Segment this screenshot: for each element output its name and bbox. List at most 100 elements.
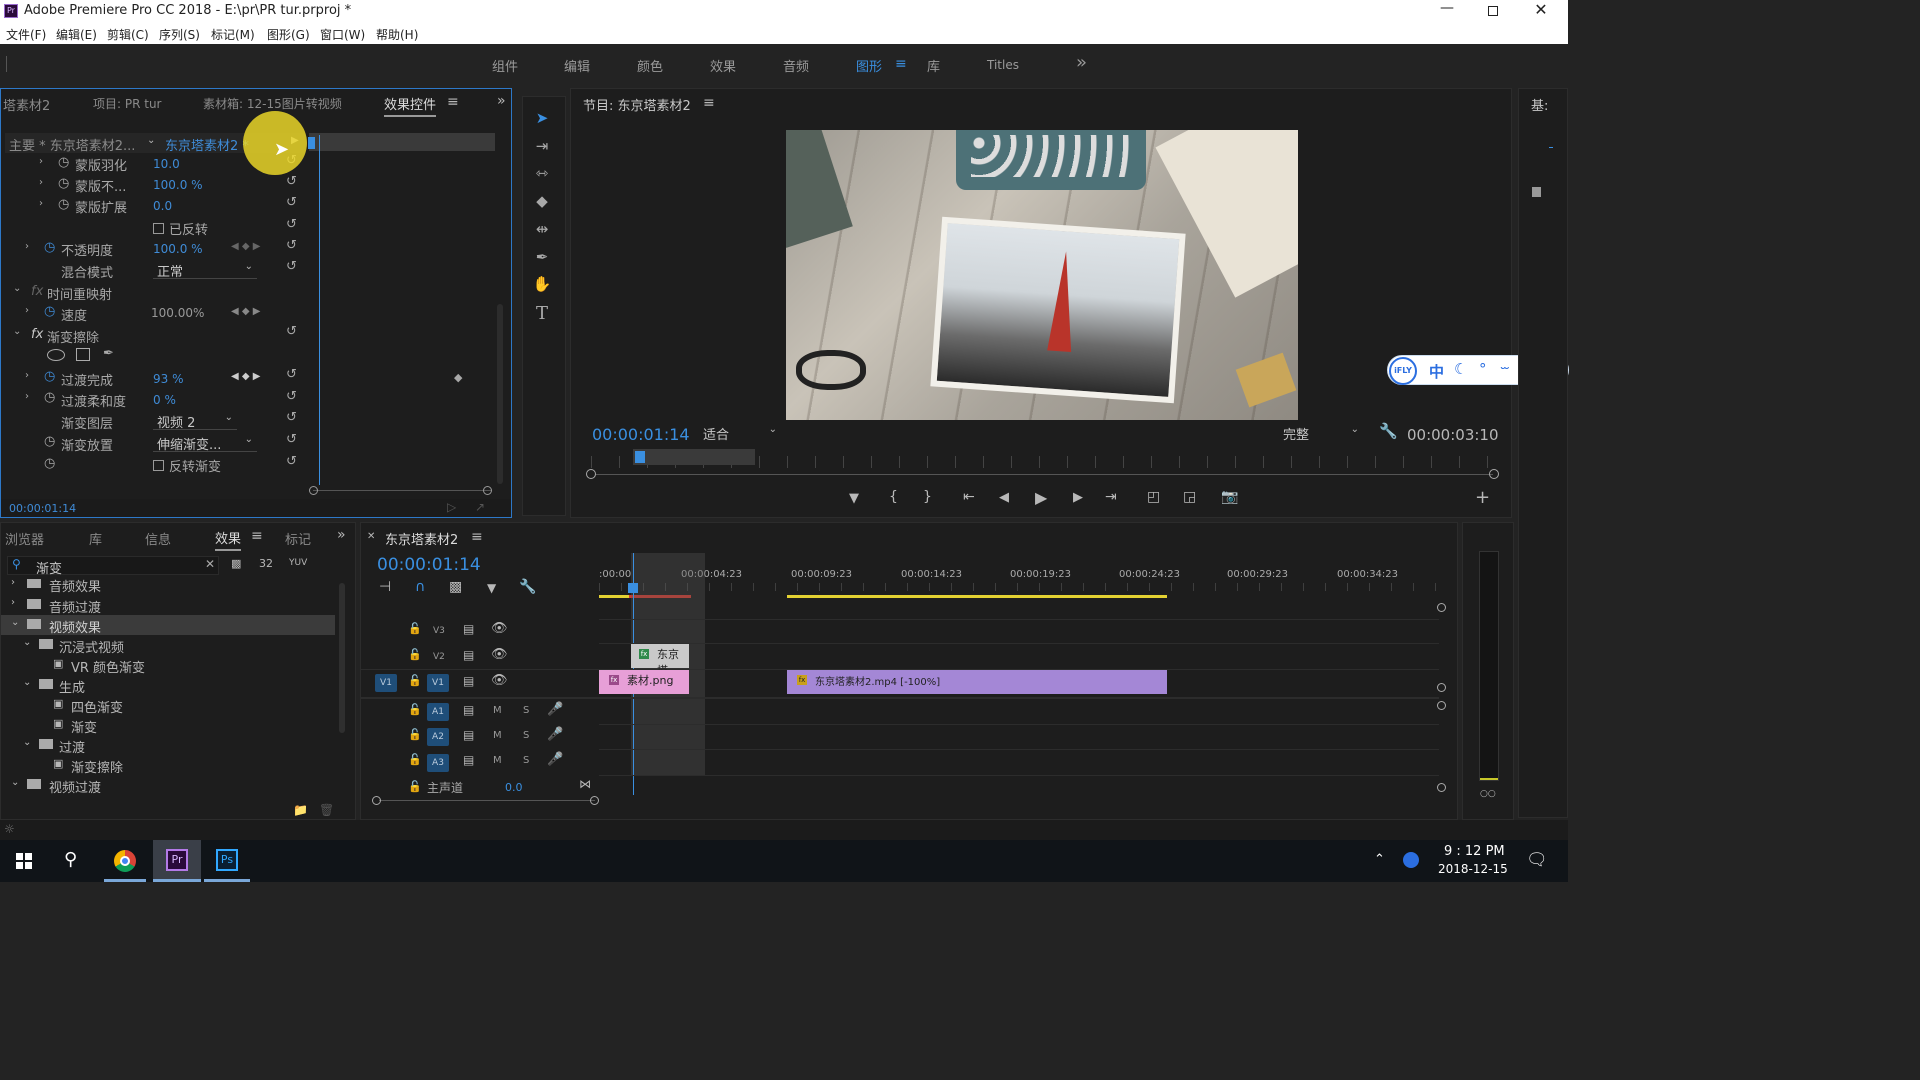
clip-v1-image[interactable]: fx 素材.png <box>599 670 689 694</box>
chevron-right-icon[interactable]: › <box>39 156 43 167</box>
extract-icon[interactable]: ◲ <box>1183 489 1196 505</box>
tab-markers[interactable]: 标记 <box>285 529 311 548</box>
chevron-right-icon[interactable]: › <box>39 177 43 188</box>
tree-row-immersive-video[interactable]: ⌄ 沉浸式视频 <box>1 635 335 656</box>
tree-row-4-color-gradient[interactable]: ▣ 四色渐变 <box>1 695 335 716</box>
hand-tool-icon[interactable]: ✋ <box>531 275 553 297</box>
reset-icon[interactable]: ↺ <box>286 324 297 339</box>
menu-marker[interactable]: 标记(M) <box>211 26 255 43</box>
new-bin-icon[interactable]: 📁 <box>293 803 308 817</box>
timeline-ruler[interactable]: :00:00 00:00:04:23 00:00:09:23 00:00:14:… <box>599 565 1439 595</box>
vertical-zoom-handle[interactable] <box>1437 603 1446 612</box>
stopwatch-icon[interactable]: ◷ <box>44 434 55 449</box>
graphics-menu-icon[interactable]: ≡ <box>895 56 907 72</box>
timeline-settings-icon[interactable]: 🔧 <box>519 579 536 595</box>
gradient-layer-dropdown[interactable]: 视频 2 ⌄ <box>153 412 237 431</box>
stopwatch-icon[interactable]: ◷ <box>44 304 55 319</box>
menu-edit[interactable]: 编辑(E) <box>56 26 97 43</box>
panel-overflow-icon[interactable]: » <box>497 93 506 109</box>
chevron-down-icon[interactable]: ⌄ <box>13 326 21 337</box>
menu-sequence[interactable]: 序列(S) <box>159 26 200 43</box>
notifications-icon[interactable]: 🗨 <box>1526 850 1548 870</box>
keyframe-nav-icon[interactable]: ◀ ◆ ▶ <box>231 306 260 317</box>
lock-icon[interactable]: 🔓 <box>408 780 422 793</box>
program-video-frame[interactable] <box>786 130 1298 420</box>
tab-project[interactable]: 项目: PR tur <box>93 95 162 112</box>
tab-assembly[interactable]: 组件 <box>492 56 518 75</box>
ec-export-icon[interactable]: ↗ <box>475 500 485 514</box>
keyframe-nav-icon[interactable]: ◀ ◆ ▶ <box>231 241 260 252</box>
solo-button[interactable]: S <box>523 705 529 716</box>
workspace-overflow-icon[interactable]: » <box>1076 52 1087 73</box>
effects-search-box[interactable]: ⚲ 渐变 ✕ <box>7 556 219 577</box>
sync-lock-icon[interactable]: ▤ <box>463 728 474 742</box>
tab-info[interactable]: 信息 <box>145 529 171 548</box>
reset-icon[interactable]: ↺ <box>286 367 297 382</box>
program-monitor-title[interactable]: 节目: 东京塔素材2 <box>583 95 691 114</box>
lock-icon[interactable]: 🔓 <box>408 648 422 661</box>
ime-tray-icon[interactable] <box>1403 852 1419 868</box>
track-label-v2[interactable]: V2 <box>433 652 445 662</box>
ifly-moon-icon[interactable]: ☾ <box>1454 360 1467 378</box>
reset-icon[interactable]: ↺ <box>286 454 297 469</box>
ifly-logo[interactable]: iFLY <box>1389 357 1417 385</box>
invert-gradient-checkbox[interactable] <box>153 460 164 471</box>
sync-lock-icon[interactable]: ▤ <box>463 648 474 662</box>
wrench-icon[interactable]: 🔧 <box>1379 422 1398 440</box>
mark-in-icon[interactable]: { <box>889 489 898 505</box>
panel-menu-icon[interactable]: ≡ <box>703 95 715 111</box>
pen-mask-icon[interactable]: ✒ <box>103 346 114 361</box>
mic-icon[interactable]: 🎤 <box>547 727 563 742</box>
keyframe-nav-icon[interactable]: ◀ ◆ ▶ <box>231 371 260 382</box>
rectangle-mask-icon[interactable] <box>76 348 90 361</box>
master-volume-value[interactable]: 0.0 <box>505 781 523 794</box>
tab-effects[interactable]: 效果 <box>710 56 736 75</box>
slip-tool-icon[interactable]: ⇹ <box>531 220 553 242</box>
track-label-v3[interactable]: V3 <box>433 626 445 636</box>
tab-effect-controls[interactable]: 效果控件 <box>384 94 437 117</box>
clear-search-icon[interactable]: ✕ <box>205 557 215 571</box>
reset-icon[interactable]: ↺ <box>286 195 297 210</box>
reset-icon[interactable]: ↺ <box>286 238 297 253</box>
panel-menu-icon[interactable]: ≡ <box>471 529 483 545</box>
timeline-playhead-head[interactable] <box>628 583 638 593</box>
tab-libraries[interactable]: 库 <box>89 529 102 548</box>
track-label-v1[interactable]: V1 <box>427 674 449 692</box>
restore-button[interactable] <box>1485 3 1501 19</box>
chevron-right-icon[interactable]: › <box>39 198 43 209</box>
mask-opacity-value[interactable]: 100.0 % <box>153 178 203 192</box>
tree-row-audio-transitions[interactable]: › 音频过渡 <box>1 595 335 616</box>
clock-time[interactable]: 9 : 12 PM <box>1444 844 1505 859</box>
program-inout-range[interactable] <box>633 449 755 465</box>
track-label-a2[interactable]: A2 <box>427 728 449 746</box>
ifly-chinese-button[interactable]: 中 <box>1429 361 1444 382</box>
ec-zoom-handle-left[interactable] <box>309 486 318 495</box>
reset-icon[interactable]: ↺ <box>286 432 297 447</box>
32bit-effects-icon[interactable]: 32 <box>259 557 273 570</box>
solo-button[interactable]: S <box>523 755 529 766</box>
sync-lock-icon[interactable]: ▤ <box>463 703 474 717</box>
panel-menu-icon[interactable]: ≡ <box>447 94 459 110</box>
source-patch-v1[interactable]: V1 <box>375 674 397 692</box>
add-marker-icon[interactable]: ▼ <box>487 581 496 595</box>
clip-v2[interactable]: fx 东京塔 <box>631 644 689 677</box>
tree-row-generate[interactable]: ⌄ 生成 <box>1 675 335 696</box>
pen-tool-icon[interactable]: ✒ <box>531 248 553 270</box>
tree-row-vr-color-gradients[interactable]: ▣ VR 颜色渐变 <box>1 655 335 676</box>
tree-row-video-effects[interactable]: ⌄ 视频效果 <box>1 615 335 636</box>
ec-playhead[interactable] <box>319 135 320 485</box>
menu-graphics[interactable]: 图形(G) <box>267 26 310 43</box>
chevron-right-icon[interactable]: › <box>25 305 29 316</box>
clock-date[interactable]: 2018-12-15 <box>1438 862 1508 876</box>
stopwatch-icon[interactable]: ◷ <box>58 155 69 170</box>
play-icon[interactable]: ▶ <box>1035 488 1047 507</box>
keyframe-icon[interactable]: ◆ <box>454 371 462 384</box>
horizontal-zoom-handle-left[interactable] <box>372 796 381 805</box>
search-icon[interactable]: ⚲ <box>64 849 77 870</box>
stopwatch-icon[interactable]: ◷ <box>58 197 69 212</box>
timeline-timecode[interactable]: 00:00:01:14 <box>377 555 481 575</box>
type-tool-icon[interactable]: T <box>531 303 553 325</box>
horizontal-zoom-handle-right[interactable] <box>590 796 599 805</box>
tab-bin[interactable]: 素材箱: 12-15图片转视频 <box>203 95 342 112</box>
tree-row-transition[interactable]: ⌄ 过渡 <box>1 735 335 756</box>
